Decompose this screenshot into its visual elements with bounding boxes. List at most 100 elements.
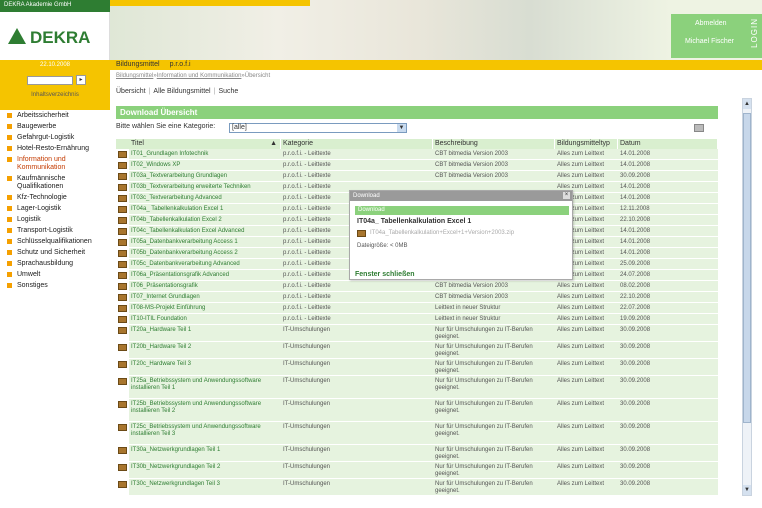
cell-titel[interactable]: IT05c_Datenbankverarbeitung Advanced (129, 259, 281, 269)
cell-titel[interactable]: IT20a_Hardware Teil 1 (129, 325, 281, 341)
subnav-all[interactable]: Alle Bildungsmittel (153, 88, 210, 95)
sidebar-item[interactable]: Kaufmännische Qualifikationen (4, 175, 110, 191)
cell-titel[interactable]: IT04a_ Tabellenkalkulation Excel 1 (129, 204, 281, 214)
sidebar-item[interactable]: Schutz und Sicherheit (4, 249, 110, 257)
cell-titel[interactable]: IT30b_Netzwerkgrundlagen Teil 2 (129, 462, 281, 478)
zip-file-icon[interactable] (118, 424, 127, 431)
chevron-down-icon[interactable]: ▼ (397, 124, 406, 132)
zip-file-icon[interactable] (118, 327, 127, 334)
sidebar-item[interactable]: Transport-Logistik (4, 227, 110, 235)
cell-titel[interactable]: IT02_Windows XP (129, 160, 281, 170)
cell-titel[interactable]: IT03c_Textverarbeitung Advanced (129, 193, 281, 203)
table-row[interactable]: IT20b_Hardware Teil 2 IT-Umschulungen Nur … (116, 342, 718, 359)
cell-titel[interactable]: IT04b_Tabellenkalkulation Excel 2 (129, 215, 281, 225)
print-icon[interactable] (694, 124, 704, 132)
cell-titel[interactable]: IT07_Internet Grundlagen (129, 292, 281, 302)
table-row[interactable]: IT25b_Betriebssystem und Anwendungssoftw… (116, 399, 718, 422)
table-row[interactable]: IT06_Präsentationsgrafik p.r.o.f.i. - Lei… (116, 281, 718, 292)
zip-file-icon[interactable] (118, 272, 127, 279)
zip-file-icon[interactable] (118, 361, 127, 368)
cell-titel[interactable]: IT05b_Datenbankverarbeitung Access 2 (129, 248, 281, 258)
scroll-up-icon[interactable]: ▲ (743, 99, 751, 109)
table-row[interactable]: IT20c_Hardware Teil 3 IT-Umschulungen Nur … (116, 359, 718, 376)
logout-link[interactable]: Abmelden (695, 20, 727, 27)
zip-file-icon[interactable] (118, 305, 127, 312)
cell-titel[interactable]: IT08-MS-Projekt Einführung (129, 303, 281, 313)
index-link[interactable]: Inhaltsverzeichnis (0, 92, 110, 98)
cell-titel[interactable]: IT30a_Netzwerkgrundlagen Teil 1 (129, 445, 281, 461)
cell-titel[interactable]: IT30c_Netzwerkgrundlagen Teil 3 (129, 479, 281, 495)
cell-titel[interactable]: IT06_Präsentationsgrafik (129, 281, 281, 291)
cell-titel[interactable]: IT25c_Betriebssystem und Anwendungssoftw… (129, 422, 281, 444)
sidebar-item[interactable]: Information und Kommunikation (4, 156, 110, 172)
zip-file-icon[interactable] (118, 206, 127, 213)
zip-file-icon[interactable] (118, 481, 127, 488)
sidebar-item[interactable]: Schlüsselqualifikationen (4, 238, 110, 246)
zip-file-icon[interactable] (118, 195, 127, 202)
close-icon[interactable]: × (563, 192, 570, 199)
search-input[interactable] (27, 76, 73, 85)
table-row[interactable]: IT10-ITIL Foundation p.r.o.f.i. - Leittex… (116, 314, 718, 325)
zip-file-icon[interactable] (118, 344, 127, 351)
zip-file-icon[interactable] (118, 184, 127, 191)
category-select[interactable]: [alle] ▼ (229, 123, 407, 133)
cell-titel[interactable]: IT20b_Hardware Teil 2 (129, 342, 281, 358)
close-window-link[interactable]: Fenster schließen (355, 271, 415, 278)
cell-titel[interactable]: IT20c_Hardware Teil 3 (129, 359, 281, 375)
table-row[interactable]: IT02_Windows XP p.r.o.f.i. - Leittexte CBT… (116, 160, 718, 171)
zip-file-icon[interactable] (118, 173, 127, 180)
breadcrumb-item[interactable]: Bildungsmittel (116, 73, 153, 79)
sidebar-item[interactable]: Umwelt (4, 271, 110, 279)
table-row[interactable]: IT07_Internet Grundlagen p.r.o.f.i. - Lei… (116, 292, 718, 303)
scroll-down-icon[interactable]: ▼ (743, 485, 751, 495)
sidebar-item[interactable]: Lager-Logistik (4, 205, 110, 213)
cell-titel[interactable]: IT03a_Textverarbeitung Grundlagen (129, 171, 281, 181)
dekra-logo[interactable]: DEKRA (0, 12, 110, 60)
table-row[interactable]: IT01_Grundlagen Infotechnik p.r.o.f.i. - … (116, 149, 718, 160)
table-row[interactable]: IT30c_Netzwerkgrundlagen Teil 3 IT-Umschu… (116, 479, 718, 496)
zip-file-icon[interactable] (118, 447, 127, 454)
sidebar-item[interactable]: Sonstiges (4, 282, 110, 290)
cell-titel[interactable]: IT05a_Datenbankverarbeitung Access 1 (129, 237, 281, 247)
sidebar-item[interactable]: Logistik (4, 216, 110, 224)
scroll-thumb[interactable] (743, 113, 751, 423)
cell-titel[interactable]: IT01_Grundlagen Infotechnik (129, 149, 281, 159)
table-row[interactable]: IT25c_Betriebssystem und Anwendungssoftw… (116, 422, 718, 445)
zip-file-icon[interactable] (118, 250, 127, 257)
sidebar-item[interactable]: Gefahrgut-Logistik (4, 134, 110, 142)
cell-titel[interactable]: IT25a_Betriebssystem und Anwendungssoftw… (129, 376, 281, 398)
zip-file-icon[interactable] (118, 378, 127, 385)
cell-titel[interactable]: IT25b_Betriebssystem und Anwendungssoftw… (129, 399, 281, 421)
sidebar-item[interactable]: Hotel-Resto-Ernährung (4, 145, 110, 153)
breadcrumb-item[interactable]: Information und Kommunikation (157, 73, 242, 79)
sort-asc-icon[interactable]: ▲ (270, 139, 277, 149)
sidebar-item[interactable]: Sprachausbildung (4, 260, 110, 268)
zip-file-icon[interactable] (118, 316, 127, 323)
table-row[interactable]: IT30b_Netzwerkgrundlagen Teil 2 IT-Umschu… (116, 462, 718, 479)
download-file-link[interactable]: IT04a_Tabellenkalkulation+Excel+1+Versio… (370, 230, 514, 236)
zip-file-icon[interactable] (118, 464, 127, 471)
vertical-scrollbar[interactable]: ▲ ▼ (742, 98, 752, 496)
cell-titel[interactable]: IT10-ITIL Foundation (129, 314, 281, 324)
zip-file-icon[interactable] (118, 162, 127, 169)
cell-titel[interactable]: IT04c_Tabellenkalkulation Excel Advanced (129, 226, 281, 236)
table-row[interactable]: IT30a_Netzwerkgrundlagen Teil 1 IT-Umschu… (116, 445, 718, 462)
header-titel[interactable]: Titel ▲ (129, 139, 281, 149)
zip-file-icon[interactable] (118, 401, 127, 408)
sidebar-item[interactable]: Baugewerbe (4, 123, 110, 131)
table-row[interactable]: IT20a_Hardware Teil 1 IT-Umschulungen Nur … (116, 325, 718, 342)
header-typ[interactable]: Bildungsmitteltyp (555, 139, 618, 149)
search-button-icon[interactable]: ▸ (76, 75, 86, 85)
sidebar-item[interactable]: Kfz-Technologie (4, 194, 110, 202)
table-row[interactable]: IT03a_Textverarbeitung Grundlagen p.r.o.f… (116, 171, 718, 182)
zip-file-icon[interactable] (118, 239, 127, 246)
header-datum[interactable]: Datum (618, 139, 718, 149)
table-row[interactable]: IT08-MS-Projekt Einführung p.r.o.f.i. - L… (116, 303, 718, 314)
zip-file-icon[interactable] (118, 283, 127, 290)
sidebar-item[interactable]: Arbeitssicherheit (4, 112, 110, 120)
table-row[interactable]: IT25a_Betriebssystem und Anwendungssoftw… (116, 376, 718, 399)
zip-file-icon[interactable] (118, 294, 127, 301)
subnav-overview[interactable]: Übersicht (116, 88, 146, 95)
zip-file-icon[interactable] (118, 217, 127, 224)
header-kategorie[interactable]: Kategorie (281, 139, 433, 149)
